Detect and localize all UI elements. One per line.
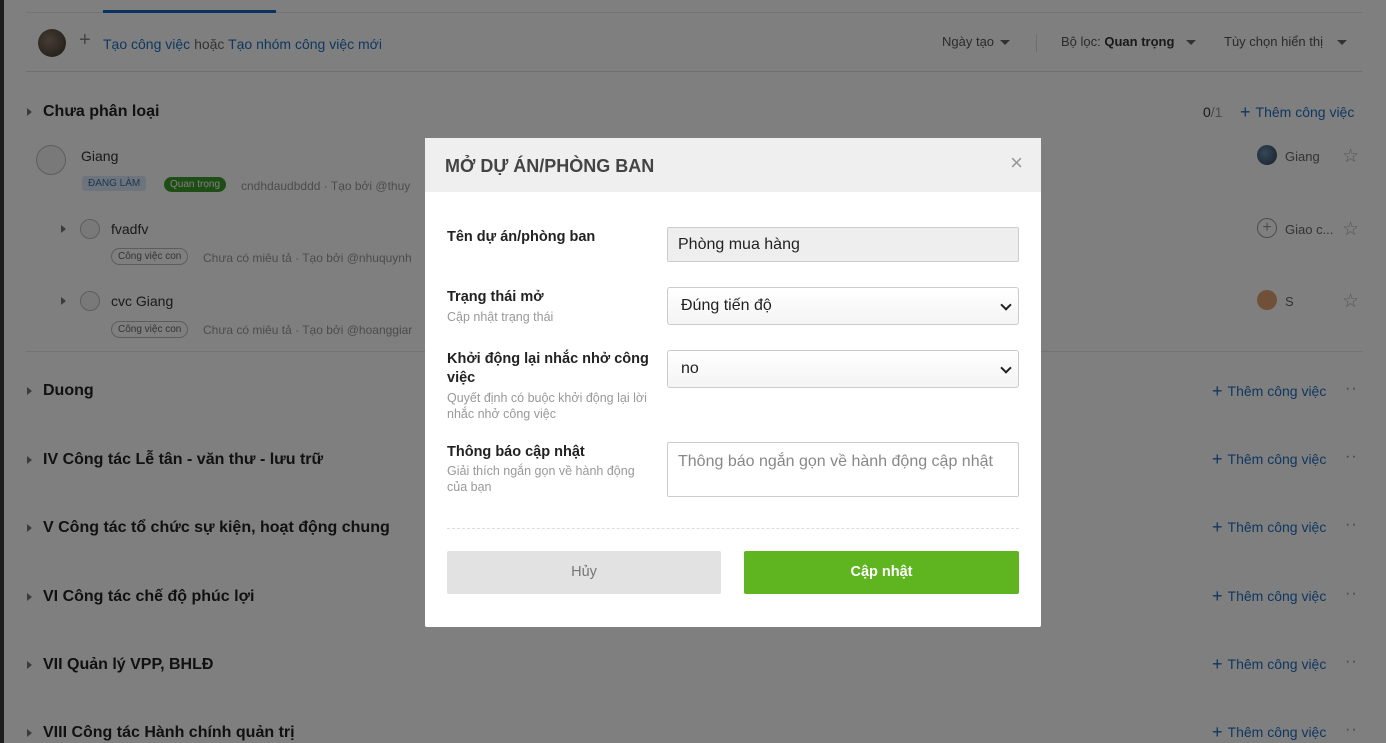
chevron-down-icon	[1000, 299, 1012, 311]
reminder-select-value: no	[681, 360, 699, 377]
divider	[447, 528, 1019, 529]
update-button[interactable]: Cập nhật	[744, 551, 1019, 594]
status-label: Trạng thái mở	[447, 289, 544, 305]
modal-header: MỞ DỰ ÁN/PHÒNG BAN ×	[425, 138, 1041, 192]
chevron-down-icon	[1000, 362, 1012, 374]
notify-sublabel: Giải thích ngắn gọn về hành động của bạn	[447, 464, 635, 494]
notify-textarea[interactable]: Thông báo ngắn gọn về hành động cập nhật	[667, 442, 1019, 497]
status-select-value: Đúng tiến độ	[681, 297, 772, 314]
status-sublabel: Cập nhật trạng thái	[447, 310, 554, 324]
cancel-button[interactable]: Hủy	[447, 551, 721, 594]
status-select[interactable]: Đúng tiến độ	[667, 287, 1019, 325]
reminder-sublabel: Quyết định có buộc khởi động lại lời nhắ…	[447, 391, 647, 421]
open-project-modal: MỞ DỰ ÁN/PHÒNG BAN × Tên dự án/phòng ban…	[425, 138, 1041, 627]
reminder-select[interactable]: no	[667, 350, 1019, 388]
modal-title: MỞ DỰ ÁN/PHÒNG BAN	[445, 156, 655, 176]
reminder-label: Khởi động lại nhắc nhở công việc	[447, 351, 649, 386]
project-name-label: Tên dự án/phòng ban	[447, 229, 596, 245]
notify-label: Thông báo cập nhật	[447, 444, 585, 460]
project-name-field[interactable]: Phòng mua hàng	[667, 227, 1019, 262]
close-icon[interactable]: ×	[1010, 152, 1023, 174]
